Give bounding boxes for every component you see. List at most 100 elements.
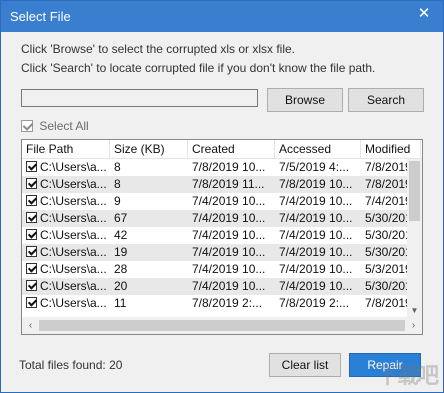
- close-icon[interactable]: ✕: [409, 1, 439, 29]
- column-header-size[interactable]: Size (KB): [110, 140, 188, 158]
- column-header-file-path[interactable]: File Path: [22, 140, 110, 158]
- file-path-text: C:\Users\a...: [40, 177, 107, 191]
- cell-accessed: 7/4/2019 10...: [279, 262, 353, 276]
- total-files-count: 20: [109, 358, 123, 372]
- cell-file-path: C:\Users\a...: [22, 176, 110, 193]
- cell-file-path: C:\Users\a...: [22, 193, 110, 210]
- cell-size: 42: [114, 228, 128, 242]
- cell-created: 7/4/2019 10...: [192, 279, 266, 293]
- file-path-text: C:\Users\a...: [40, 245, 107, 259]
- file-path-text: C:\Users\a...: [40, 279, 107, 293]
- cell-file-path: C:\Users\a...: [22, 227, 110, 244]
- row-checkbox[interactable]: [26, 246, 37, 257]
- file-list-table[interactable]: File Path Size (KB) Created Accessed Mod…: [21, 139, 423, 335]
- row-checkbox[interactable]: [26, 161, 37, 172]
- select-file-dialog: Select File ✕ Click 'Browse' to select t…: [0, 0, 444, 393]
- cell-modified: 5/30/201: [365, 211, 408, 225]
- cell-size: 8: [114, 160, 121, 174]
- cell-size: 20: [114, 279, 128, 293]
- horizontal-scroll-thumb[interactable]: [39, 320, 405, 331]
- cell-file-path: C:\Users\a...: [22, 295, 110, 312]
- cell-created: 7/4/2019 10...: [192, 194, 266, 208]
- table-row[interactable]: C:\Users\a... 8 7/8/2019 11... 7/8/2019 10.…: [22, 176, 408, 193]
- scroll-down-arrow-icon[interactable]: ▼: [407, 304, 422, 317]
- scroll-left-arrow-icon[interactable]: ‹: [22, 317, 39, 334]
- cell-modified: 7/8/2019: [365, 160, 408, 174]
- vertical-scroll-thumb[interactable]: [409, 161, 420, 221]
- table-row[interactable]: C:\Users\a... 42 7/4/2019 10... 7/4/2019 10…: [22, 227, 408, 244]
- file-path-text: C:\Users\a...: [40, 262, 107, 276]
- cell-accessed: 7/8/2019 10...: [279, 177, 353, 191]
- cell-accessed: 7/4/2019 10...: [279, 211, 353, 225]
- browse-instruction: Click 'Browse' to select the corrupted x…: [21, 42, 296, 56]
- file-path-text: C:\Users\a...: [40, 211, 107, 225]
- search-instruction: Click 'Search' to locate corrupted file …: [21, 61, 376, 75]
- cell-file-path: C:\Users\a...: [22, 261, 110, 278]
- cell-modified: 7/4/2019: [365, 194, 408, 208]
- table-header: File Path Size (KB) Created Accessed Mod…: [22, 140, 422, 159]
- cell-file-path: C:\Users\a...: [22, 244, 110, 261]
- cell-file-path: C:\Users\a...: [22, 210, 110, 227]
- cell-size: 9: [114, 194, 121, 208]
- table-rows: C:\Users\a... 8 7/8/2019 10... 7/5/2019 4:.…: [22, 159, 408, 317]
- table-row[interactable]: C:\Users\a... 28 7/4/2019 10... 7/4/2019 10…: [22, 261, 408, 278]
- select-all-checkbox[interactable]: Select All: [21, 118, 89, 133]
- cell-modified: 7/8/2019: [365, 177, 408, 191]
- column-header-modified[interactable]: Modified: [361, 140, 421, 158]
- dialog-body: Click 'Browse' to select the corrupted x…: [1, 32, 443, 392]
- table-row[interactable]: C:\Users\a... 19 7/4/2019 10... 7/4/2019 10…: [22, 244, 408, 261]
- file-path-text: C:\Users\a...: [40, 160, 107, 174]
- cell-modified: 7/8/2019: [365, 296, 408, 310]
- row-checkbox[interactable]: [26, 229, 37, 240]
- cell-modified: 5/30/201: [365, 228, 408, 242]
- window-title: Select File: [10, 9, 71, 24]
- cell-accessed: 7/4/2019 10...: [279, 228, 353, 242]
- browse-button[interactable]: Browse: [267, 88, 343, 112]
- file-path-input[interactable]: [21, 89, 258, 107]
- file-path-text: C:\Users\a...: [40, 194, 107, 208]
- file-path-text: C:\Users\a...: [40, 228, 107, 242]
- vertical-scrollbar[interactable]: ▼: [407, 159, 422, 317]
- cell-size: 28: [114, 262, 128, 276]
- column-header-created[interactable]: Created: [188, 140, 275, 158]
- clear-list-button[interactable]: Clear list: [269, 353, 341, 377]
- cell-modified: 5/3/2019: [365, 262, 408, 276]
- row-checkbox[interactable]: [26, 178, 37, 189]
- cell-size: 19: [114, 245, 128, 259]
- cell-created: 7/4/2019 10...: [192, 262, 266, 276]
- cell-size: 11: [114, 296, 127, 310]
- table-row[interactable]: C:\Users\a... 8 7/8/2019 10... 7/5/2019 4:.…: [22, 159, 408, 176]
- row-checkbox[interactable]: [26, 263, 37, 274]
- total-files-label: Total files found:: [19, 358, 106, 372]
- cell-created: 7/8/2019 11...: [192, 177, 265, 191]
- cell-file-path: C:\Users\a...: [22, 278, 110, 295]
- cell-accessed: 7/8/2019 2:...: [279, 296, 350, 310]
- column-header-accessed[interactable]: Accessed: [275, 140, 361, 158]
- cell-accessed: 7/4/2019 10...: [279, 194, 353, 208]
- row-checkbox[interactable]: [26, 195, 37, 206]
- cell-file-path: C:\Users\a...: [22, 159, 110, 176]
- select-all-check-icon[interactable]: [21, 119, 33, 132]
- cell-modified: 5/30/201: [365, 245, 408, 259]
- file-path-text: C:\Users\a...: [40, 296, 107, 310]
- cell-size: 67: [114, 211, 128, 225]
- table-row[interactable]: C:\Users\a... 67 7/4/2019 10... 7/4/2019 10…: [22, 210, 408, 227]
- row-checkbox[interactable]: [26, 297, 37, 308]
- cell-created: 7/8/2019 10...: [192, 160, 266, 174]
- cell-modified: 5/30/201: [365, 279, 408, 293]
- cell-accessed: 7/4/2019 10...: [279, 279, 353, 293]
- table-row[interactable]: C:\Users\a... 20 7/4/2019 10... 7/4/2019 10…: [22, 278, 408, 295]
- title-bar[interactable]: Select File ✕: [1, 1, 443, 32]
- cell-accessed: 7/4/2019 10...: [279, 245, 353, 259]
- select-all-label: Select All: [39, 118, 89, 133]
- row-checkbox[interactable]: [26, 212, 37, 223]
- table-row[interactable]: C:\Users\a... 9 7/4/2019 10... 7/4/2019 10.…: [22, 193, 408, 210]
- scroll-right-arrow-icon[interactable]: ›: [405, 317, 422, 334]
- row-checkbox[interactable]: [26, 280, 37, 291]
- search-button[interactable]: Search: [348, 88, 424, 112]
- total-files-found: Total files found: 20: [19, 358, 122, 372]
- cell-created: 7/8/2019 2:...: [192, 296, 263, 310]
- horizontal-scrollbar[interactable]: ‹ ›: [22, 317, 422, 334]
- table-row[interactable]: C:\Users\a... 11 7/8/2019 2:... 7/8/2019 2:…: [22, 295, 408, 312]
- cell-created: 7/4/2019 10...: [192, 211, 266, 225]
